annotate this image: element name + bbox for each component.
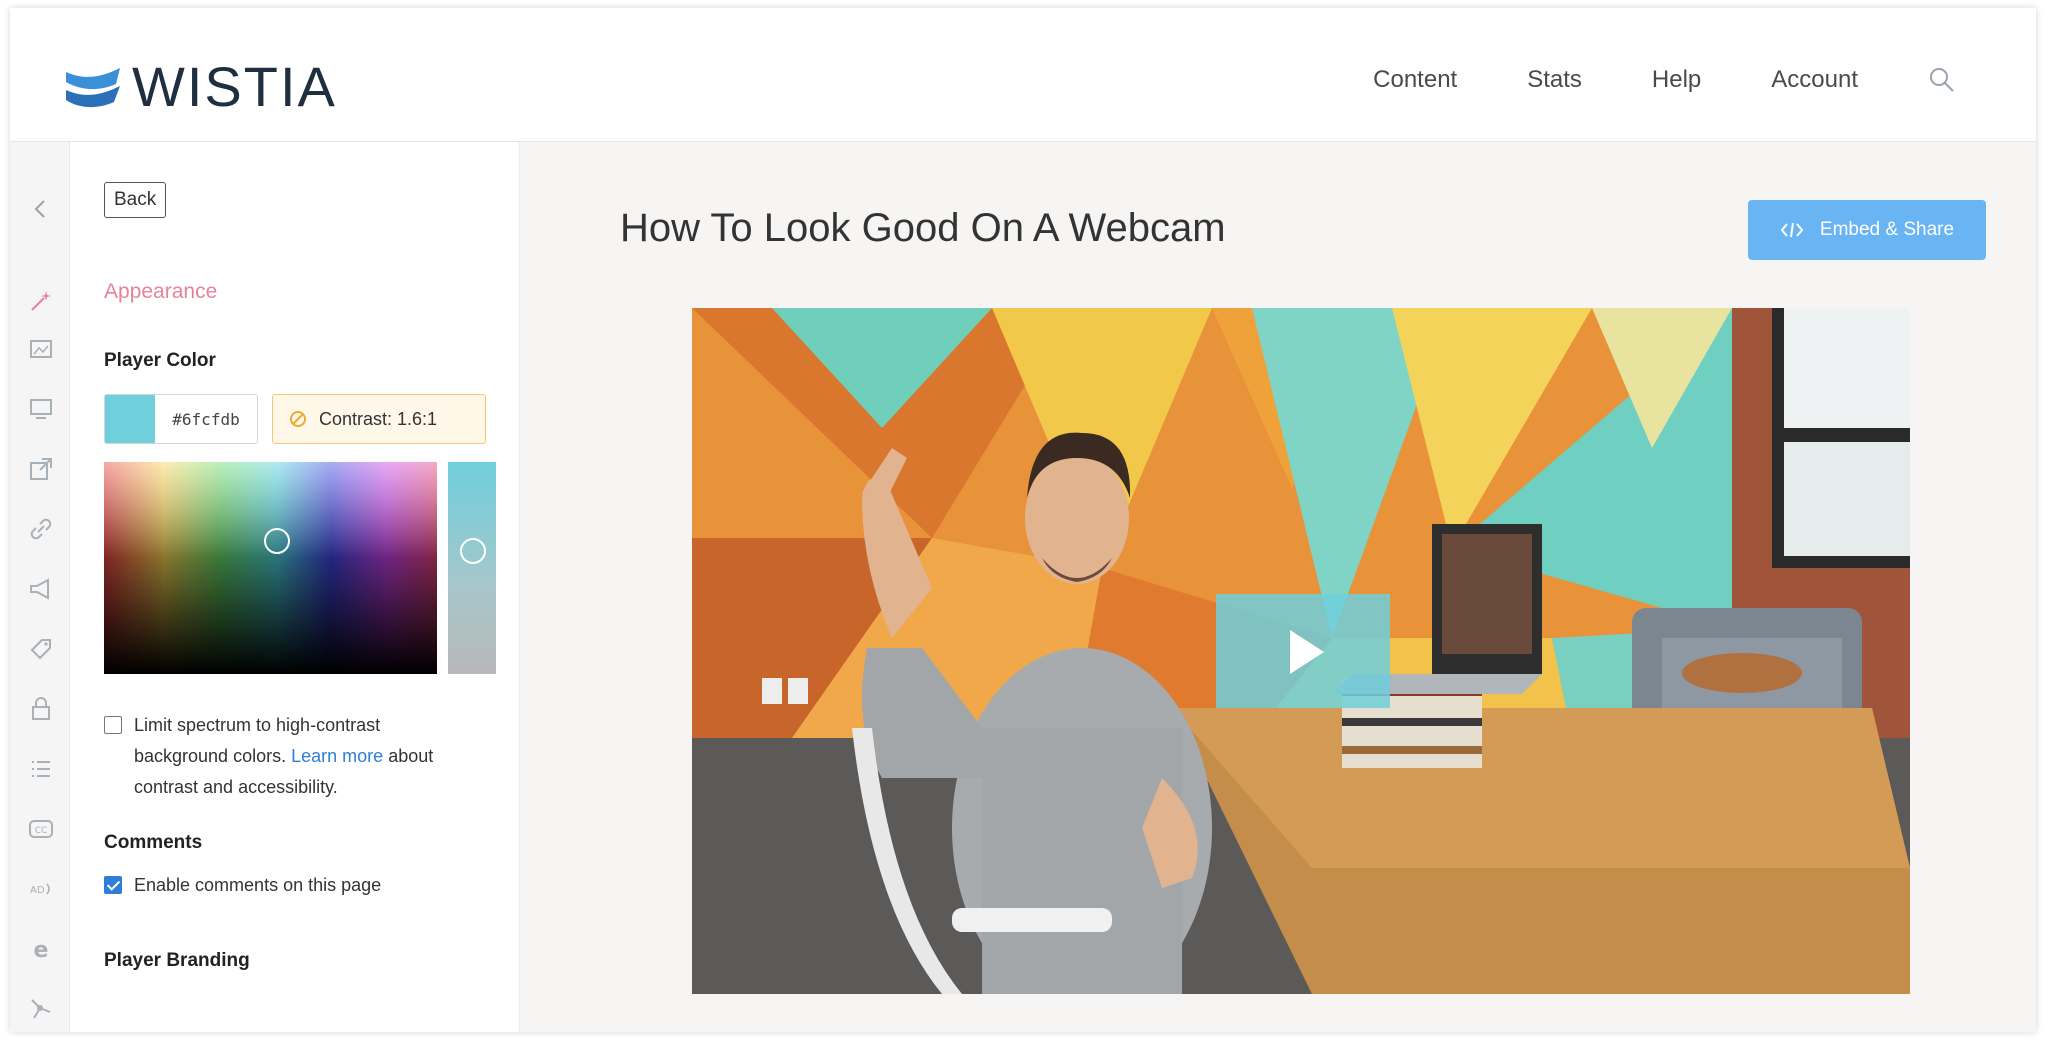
limit-spectrum-option[interactable]: Limit spectrum to high-contrast backgrou… [104, 710, 433, 803]
limit-line-1: Limit spectrum to high-contrast [134, 715, 381, 735]
integrations-icon[interactable] [28, 996, 54, 1022]
chevron-left-icon[interactable] [28, 196, 54, 222]
player-color-input[interactable]: #6fcfdb [104, 394, 258, 444]
appearance-heading: Appearance [104, 280, 218, 303]
megaphone-icon[interactable] [28, 576, 54, 602]
svg-text:e: e [34, 938, 49, 962]
nav-account[interactable]: Account [1771, 66, 1858, 94]
e-branding-icon[interactable]: e [28, 936, 54, 962]
magic-wand-icon[interactable] [28, 288, 54, 314]
thumbnail-icon[interactable] [28, 336, 54, 362]
main-nav: Content Stats Help Account [1373, 66, 1956, 94]
top-header: WISTIA Content Stats Help Account [10, 8, 2036, 142]
enable-comments-label: Enable comments on this page [134, 875, 382, 895]
app-window: WISTIA Content Stats Help Account CC AD … [10, 8, 2036, 1032]
media-title: How To Look Good On A Webcam [620, 206, 1226, 250]
play-icon [1290, 630, 1324, 674]
player-color-label: Player Color [104, 350, 216, 371]
lock-icon[interactable] [28, 696, 54, 722]
settings-icon-rail: CC AD e [10, 142, 70, 1032]
closed-captions-icon[interactable]: CC [28, 816, 54, 842]
learn-more-link[interactable]: Learn more [291, 746, 383, 766]
enable-comments-option[interactable]: Enable comments on this page [104, 870, 381, 901]
link-icon[interactable] [28, 516, 54, 542]
back-button[interactable]: Back [104, 182, 167, 218]
video-player[interactable] [692, 308, 1910, 994]
color-spectrum-overlay [104, 462, 437, 674]
limit-line-3: contrast and accessibility. [134, 777, 338, 797]
spectrum-handle[interactable] [264, 528, 290, 554]
limit-line-2-text: background colors. [134, 746, 287, 766]
code-icon [1780, 222, 1804, 238]
wistia-logo[interactable]: WISTIA [64, 54, 337, 119]
brand-name: WISTIA [132, 55, 337, 118]
color-hex-value[interactable]: #6fcfdb [155, 395, 257, 443]
monitor-icon[interactable] [28, 396, 54, 422]
embed-share-label: Embed & Share [1819, 219, 1955, 240]
limit-line-2: background colors. Learn more about [134, 741, 433, 772]
customize-panel: Back Appearance Player Color #6fcfdb Con… [70, 142, 520, 1032]
search-icon[interactable] [1928, 66, 1956, 94]
audio-description-icon[interactable]: AD [28, 876, 54, 902]
lightness-handle[interactable] [460, 538, 486, 564]
tag-icon[interactable] [28, 636, 54, 662]
about-text: about [388, 746, 434, 766]
limit-spectrum-checkbox[interactable] [104, 716, 122, 734]
color-swatch[interactable] [105, 395, 155, 443]
contrast-ratio-text: Contrast: 1.6:1 [319, 408, 438, 429]
lightness-slider[interactable] [448, 462, 496, 674]
nav-stats[interactable]: Stats [1527, 66, 1582, 94]
embed-share-button[interactable]: Embed & Share [1748, 200, 1986, 260]
comments-heading: Comments [104, 832, 203, 853]
nav-content[interactable]: Content [1373, 66, 1457, 94]
list-icon[interactable] [28, 756, 54, 782]
media-page: How To Look Good On A Webcam Embed & Sha… [520, 142, 2036, 1032]
contrast-warning: Contrast: 1.6:1 [272, 394, 486, 444]
wistia-flag-icon [66, 67, 120, 107]
svg-text:AD: AD [30, 885, 45, 896]
player-branding-heading: Player Branding [104, 950, 250, 971]
share-out-icon[interactable] [28, 456, 54, 482]
nav-help[interactable]: Help [1652, 66, 1701, 94]
limit-spectrum-description: Limit spectrum to high-contrast backgrou… [134, 710, 433, 803]
svg-text:CC: CC [35, 826, 48, 836]
warning-circle-icon [290, 411, 306, 427]
enable-comments-checkbox[interactable] [104, 876, 122, 894]
play-button[interactable] [1216, 594, 1390, 708]
